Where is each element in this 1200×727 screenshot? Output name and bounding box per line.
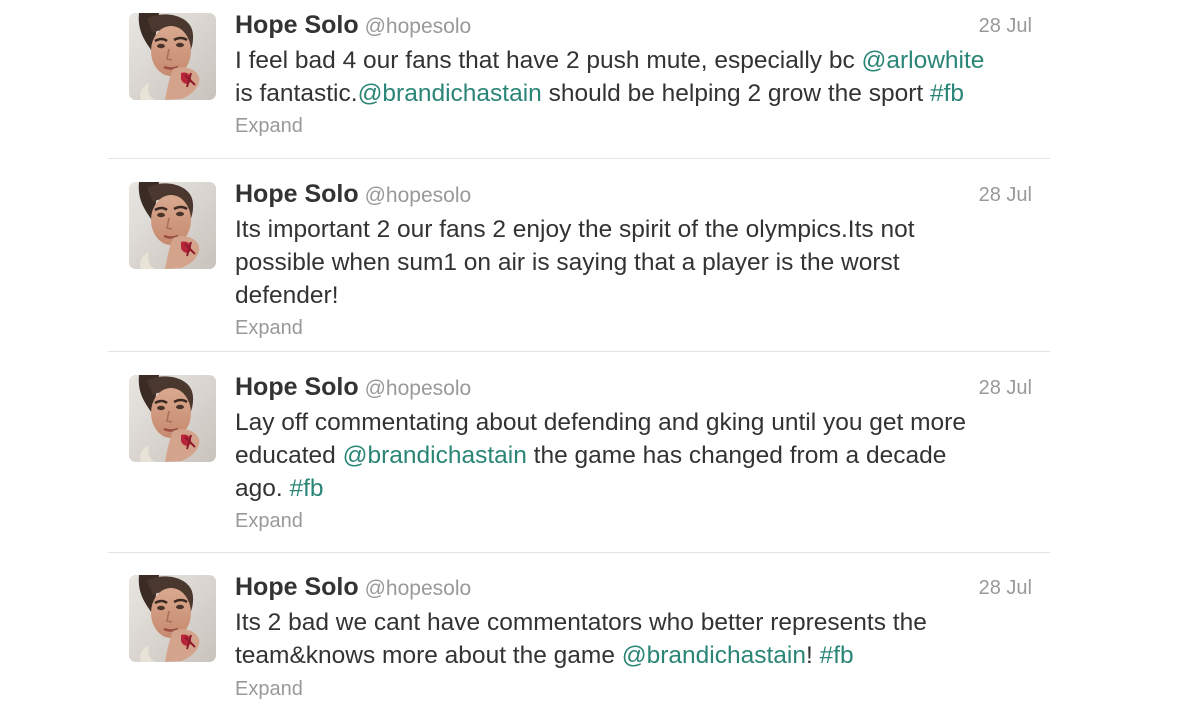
tweet-text-line: defender! — [235, 279, 1035, 312]
expand-link[interactable]: Expand — [235, 317, 303, 340]
tweet-text-segment: possible when sum1 on air is saying that… — [235, 249, 900, 276]
tweet-header: Hope Solo @hopesolo 28 Jul — [235, 180, 1032, 210]
profile-photo-icon — [129, 182, 216, 269]
tweet-text: I feel bad 4 our fans that have 2 push m… — [235, 44, 1035, 110]
tweet-timestamp[interactable]: 28 Jul — [979, 184, 1032, 207]
tweet-text-line: Its 2 bad we cant have commentators who … — [235, 606, 1035, 639]
tweet-text-segment: the game has changed from a decade — [526, 442, 947, 469]
tweet-text-line: ago. #fb — [235, 472, 1035, 505]
hashtag-link[interactable]: #fb — [930, 80, 964, 107]
mention-link[interactable]: @brandichastain — [622, 642, 806, 669]
expand-link[interactable]: Expand — [235, 510, 303, 533]
tweet-author-name[interactable]: Hope Solo — [235, 373, 359, 401]
expand-link[interactable]: Expand — [235, 678, 303, 701]
avatar[interactable] — [129, 375, 216, 462]
tweet-timestamp[interactable]: 28 Jul — [979, 577, 1032, 600]
tweet-text-segment: should be helping 2 grow the sport — [541, 80, 930, 107]
tweet-timestamp[interactable]: 28 Jul — [979, 377, 1032, 400]
tweet-author-handle[interactable]: @hopesolo — [365, 377, 472, 400]
profile-photo-icon — [129, 575, 216, 662]
tweet-text-line: educated @brandichastain the game has ch… — [235, 439, 1035, 472]
tweet-author-name[interactable]: Hope Solo — [235, 180, 359, 208]
tweet-text-line: Lay off commentating about defending and… — [235, 406, 1035, 439]
tweet-text-segment: educated — [235, 442, 343, 469]
tweet-text-line: Its important 2 our fans 2 enjoy the spi… — [235, 213, 1035, 246]
tweet-text: Its 2 bad we cant have commentators who … — [235, 606, 1035, 672]
mention-link[interactable]: @brandichastain — [358, 80, 542, 107]
tweet-header: Hope Solo @hopesolo 28 Jul — [235, 373, 1032, 403]
tweet-timestamp[interactable]: 28 Jul — [979, 15, 1032, 38]
tweet-text-line: is fantastic.@brandichastain should be h… — [235, 77, 1035, 110]
tweet-text-segment: I feel bad 4 our fans that have 2 push m… — [235, 47, 862, 74]
tweet[interactable]: Hope Solo @hopesolo 28 Jul I feel bad 4 o… — [108, 0, 1050, 159]
profile-photo-icon — [129, 375, 216, 462]
hashtag-link[interactable]: #fb — [290, 475, 324, 502]
tweet-text-segment: Its important 2 our fans 2 enjoy the spi… — [235, 216, 915, 243]
tweet-timeline: Hope Solo @hopesolo 28 Jul I feel bad 4 o… — [108, 0, 1050, 727]
tweet-text-segment: team&knows more about the game — [235, 642, 622, 669]
hashtag-link[interactable]: #fb — [820, 642, 854, 669]
tweet-author-handle[interactable]: @hopesolo — [365, 184, 472, 207]
tweet-text: Its important 2 our fans 2 enjoy the spi… — [235, 213, 1035, 312]
avatar[interactable] — [129, 13, 216, 100]
mention-link[interactable]: @brandichastain — [343, 442, 527, 469]
tweet-author-handle[interactable]: @hopesolo — [365, 577, 472, 600]
mention-link[interactable]: @arlowhite — [862, 47, 985, 74]
tweet-text-line: I feel bad 4 our fans that have 2 push m… — [235, 44, 1035, 77]
tweet-text-segment: Its 2 bad we cant have commentators who … — [235, 609, 927, 636]
tweet[interactable]: Hope Solo @hopesolo 28 Jul Its 2 bad we c… — [108, 553, 1050, 727]
tweet-text-segment: is fantastic. — [235, 80, 358, 107]
tweet-author-handle[interactable]: @hopesolo — [365, 15, 472, 38]
tweet[interactable]: Hope Solo @hopesolo 28 Jul Its important … — [108, 159, 1050, 352]
tweet-author-name[interactable]: Hope Solo — [235, 11, 359, 39]
expand-link[interactable]: Expand — [235, 115, 303, 138]
tweet-text-line: possible when sum1 on air is saying that… — [235, 246, 1035, 279]
tweet-text-line: team&knows more about the game @brandich… — [235, 639, 1035, 672]
tweet-text-segment: ago. — [235, 475, 290, 502]
tweet-text-segment: defender! — [235, 282, 339, 309]
profile-photo-icon — [129, 13, 216, 100]
tweet-header: Hope Solo @hopesolo 28 Jul — [235, 573, 1032, 603]
avatar[interactable] — [129, 182, 216, 269]
tweet-text: Lay off commentating about defending and… — [235, 406, 1035, 505]
tweet-text-segment: Lay off commentating about defending and… — [235, 409, 966, 436]
tweet-author-name[interactable]: Hope Solo — [235, 573, 359, 601]
tweet[interactable]: Hope Solo @hopesolo 28 Jul Lay off commen… — [108, 352, 1050, 553]
tweet-text-segment: ! — [806, 642, 820, 669]
tweet-header: Hope Solo @hopesolo 28 Jul — [235, 11, 1032, 41]
avatar[interactable] — [129, 575, 216, 662]
